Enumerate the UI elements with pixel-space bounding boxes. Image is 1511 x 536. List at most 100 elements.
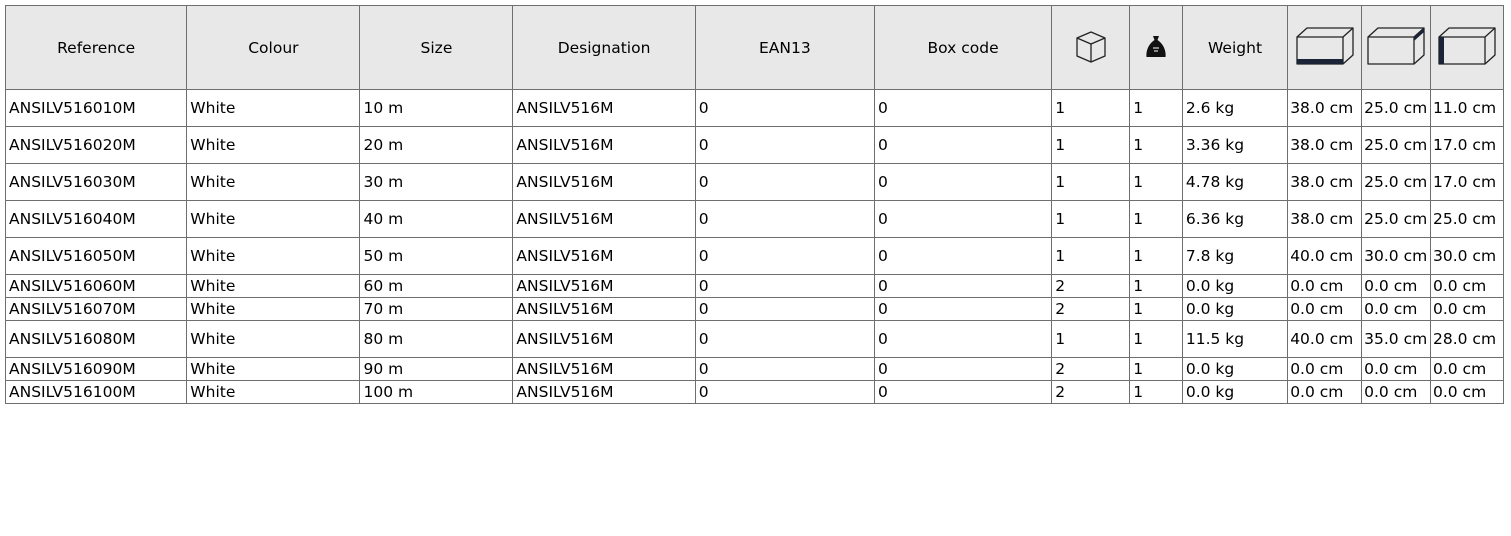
cell-reference: ANSILV516020M (4, 126, 188, 164)
cell-box-quantity: 2 (1051, 274, 1131, 298)
cell-ean13: 0 (694, 320, 875, 358)
cell-bag-quantity: 1 (1129, 237, 1183, 275)
cell-length: 40.0 cm (1287, 320, 1363, 358)
table-row: ANSILV516090M White 90 m ANSILV516M 0 0 2 1 0.0 … (4, 357, 1505, 381)
box-icon (1071, 26, 1111, 70)
table-row: ANSILV516030M White 30 m ANSILV516M 0 0 1 1 4.78… (4, 163, 1505, 201)
header-bag-quantity (1129, 5, 1183, 90)
cell-bag-quantity: 1 (1129, 200, 1183, 238)
cell-length: 0.0 cm (1287, 274, 1363, 298)
cell-weight: 0.0 kg (1181, 274, 1289, 298)
cell-bag-quantity: 1 (1129, 89, 1183, 127)
cell-weight: 0.0 kg (1181, 297, 1289, 321)
header-box-quantity (1051, 5, 1131, 90)
header-reference: Reference (4, 5, 188, 90)
cell-reference: ANSILV516090M (4, 357, 188, 381)
cell-designation: ANSILV516M (512, 320, 696, 358)
cell-length: 38.0 cm (1287, 200, 1363, 238)
cell-weight: 0.0 kg (1181, 357, 1289, 381)
cell-ean13: 0 (694, 200, 875, 238)
cell-colour: White (186, 297, 361, 321)
cell-designation: ANSILV516M (512, 237, 696, 275)
cell-box-quantity: 1 (1051, 237, 1131, 275)
cell-box-code: 0 (873, 274, 1053, 298)
cell-box-code: 0 (873, 200, 1053, 238)
carton-height-icon (1436, 25, 1498, 71)
cell-bag-quantity: 1 (1129, 274, 1183, 298)
cell-designation: ANSILV516M (512, 357, 696, 381)
header-length (1287, 5, 1363, 90)
cell-designation: ANSILV516M (512, 163, 696, 201)
cell-length: 0.0 cm (1287, 380, 1363, 404)
cell-height: 11.0 cm (1429, 89, 1505, 127)
cell-size: 30 m (359, 163, 514, 201)
cell-weight: 0.0 kg (1181, 380, 1289, 404)
cell-height: 0.0 cm (1429, 380, 1505, 404)
cell-height: 0.0 cm (1429, 357, 1505, 381)
cell-reference: ANSILV516050M (4, 237, 188, 275)
cell-ean13: 0 (694, 126, 875, 164)
cell-colour: White (186, 126, 361, 164)
cell-reference: ANSILV516080M (4, 320, 188, 358)
cell-width: 0.0 cm (1361, 297, 1431, 321)
header-height (1429, 5, 1505, 90)
header-row: Reference Colour Size Designation EAN13 … (4, 5, 1505, 90)
cell-colour: White (186, 237, 361, 275)
cell-box-code: 0 (873, 380, 1053, 404)
cell-box-code: 0 (873, 320, 1053, 358)
cell-box-code: 0 (873, 89, 1053, 127)
cell-ean13: 0 (694, 89, 875, 127)
cell-size: 40 m (359, 200, 514, 238)
cell-box-code: 0 (873, 163, 1053, 201)
cell-length: 38.0 cm (1287, 126, 1363, 164)
cell-box-quantity: 2 (1051, 380, 1131, 404)
header-box-code: Box code (873, 5, 1053, 90)
cell-length: 38.0 cm (1287, 89, 1363, 127)
cell-colour: White (186, 200, 361, 238)
cell-weight: 2.6 kg (1181, 89, 1289, 127)
cell-size: 50 m (359, 237, 514, 275)
cell-colour: White (186, 320, 361, 358)
cell-ean13: 0 (694, 237, 875, 275)
table-row: ANSILV516070M White 70 m ANSILV516M 0 0 2 1 0.0 … (4, 297, 1505, 321)
cell-designation: ANSILV516M (512, 126, 696, 164)
cell-designation: ANSILV516M (512, 380, 696, 404)
cell-height: 17.0 cm (1429, 126, 1505, 164)
cell-box-quantity: 1 (1051, 200, 1131, 238)
cell-bag-quantity: 1 (1129, 126, 1183, 164)
table-row: ANSILV516060M White 60 m ANSILV516M 0 0 2 1 0.0 … (4, 274, 1505, 298)
carton-length-icon (1294, 25, 1356, 71)
cell-bag-quantity: 1 (1129, 297, 1183, 321)
cell-size: 80 m (359, 320, 514, 358)
cell-weight: 4.78 kg (1181, 163, 1289, 201)
cell-weight: 3.36 kg (1181, 126, 1289, 164)
cell-weight: 11.5 kg (1181, 320, 1289, 358)
cell-height: 30.0 cm (1429, 237, 1505, 275)
cell-height: 28.0 cm (1429, 320, 1505, 358)
cell-weight: 7.8 kg (1181, 237, 1289, 275)
cell-height: 25.0 cm (1429, 200, 1505, 238)
cell-bag-quantity: 1 (1129, 320, 1183, 358)
cell-box-code: 0 (873, 297, 1053, 321)
cell-ean13: 0 (694, 163, 875, 201)
cell-ean13: 0 (694, 274, 875, 298)
cell-width: 30.0 cm (1361, 237, 1431, 275)
cell-length: 0.0 cm (1287, 357, 1363, 381)
cell-box-quantity: 2 (1051, 297, 1131, 321)
table-row: ANSILV516010M White 10 m ANSILV516M 0 0 1 1 2.6 … (4, 89, 1505, 127)
cell-width: 0.0 cm (1361, 357, 1431, 381)
cell-colour: White (186, 163, 361, 201)
header-designation: Designation (512, 5, 696, 90)
cell-designation: ANSILV516M (512, 200, 696, 238)
cell-height: 0.0 cm (1429, 297, 1505, 321)
cell-bag-quantity: 1 (1129, 380, 1183, 404)
cell-height: 17.0 cm (1429, 163, 1505, 201)
cell-height: 0.0 cm (1429, 274, 1505, 298)
table-row: ANSILV516080M White 80 m ANSILV516M 0 0 1 1 11.5… (4, 320, 1505, 358)
cell-ean13: 0 (694, 380, 875, 404)
cell-length: 38.0 cm (1287, 163, 1363, 201)
cell-size: 90 m (359, 357, 514, 381)
table-row: ANSILV516020M White 20 m ANSILV516M 0 0 1 1 3.36… (4, 126, 1505, 164)
cell-reference: ANSILV516030M (4, 163, 188, 201)
cell-width: 25.0 cm (1361, 163, 1431, 201)
